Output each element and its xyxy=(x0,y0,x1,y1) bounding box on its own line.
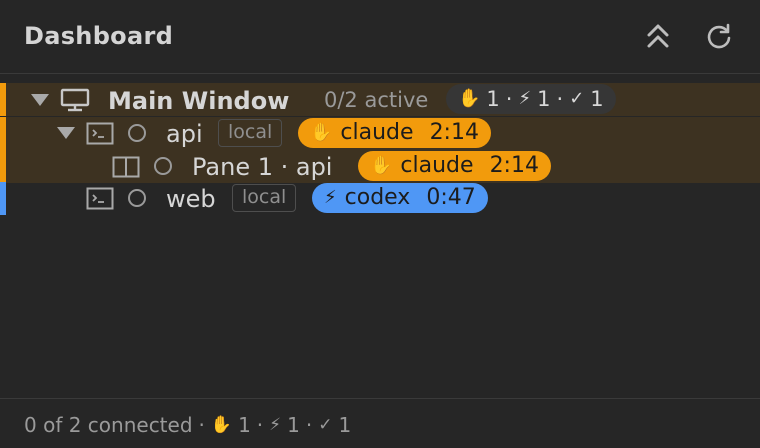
running-count: 1 xyxy=(537,87,551,111)
window-name: Main Window xyxy=(108,87,290,115)
terminal-icon xyxy=(86,187,114,210)
waiting-accent-bar xyxy=(0,117,6,150)
refresh-icon xyxy=(707,23,731,49)
session-name: web xyxy=(166,185,216,213)
waiting-accent-bar xyxy=(0,83,6,116)
hand-icon: ✋ xyxy=(310,122,333,143)
running-count: 1 xyxy=(287,413,300,437)
terminal-icon xyxy=(86,122,114,145)
separator: · xyxy=(198,413,205,437)
status-footer: 0 of 2 connected · ✋ 1 · ⚡ 1 · ✓ 1 xyxy=(0,398,760,448)
agent-badge[interactable]: ✋ claude 2:14 xyxy=(358,151,551,181)
status-dot-icon xyxy=(154,157,172,175)
separator: · xyxy=(305,413,313,437)
tree-row-session[interactable]: api local ✋ claude 2:14 xyxy=(0,117,760,150)
status-summary-badge: ✋ 1 · ⚡ 1 · ✓ 1 xyxy=(446,84,616,114)
monitor-icon xyxy=(60,88,90,112)
collapse-all-button[interactable] xyxy=(642,20,674,52)
bolt-icon: ⚡ xyxy=(518,88,532,109)
agent-badge[interactable]: ⚡ codex 0:47 xyxy=(312,183,488,213)
agent-name: claude xyxy=(340,120,414,145)
expand-toggle-icon[interactable] xyxy=(31,94,49,106)
pane-label: Pane 1 · api xyxy=(192,153,333,181)
agent-name: claude xyxy=(400,153,474,178)
running-accent-bar xyxy=(0,182,6,215)
status-dot-icon xyxy=(128,189,146,207)
done-count: 1 xyxy=(590,87,604,111)
refresh-button[interactable] xyxy=(703,20,735,52)
page-title: Dashboard xyxy=(24,22,174,50)
waiting-count: 1 xyxy=(486,87,500,111)
status-dot-icon xyxy=(128,124,146,142)
agent-elapsed-time: 0:47 xyxy=(426,185,476,210)
chevrons-up-icon xyxy=(647,24,669,48)
location-tag: local xyxy=(232,184,297,212)
agent-elapsed-time: 2:14 xyxy=(429,120,479,145)
tree-row-pane[interactable]: Pane 1 · api ✋ claude 2:14 xyxy=(0,150,760,183)
location-tag: local xyxy=(218,119,283,147)
agent-badge[interactable]: ✋ claude 2:14 xyxy=(298,118,491,148)
active-summary: 0/2 active xyxy=(324,88,429,112)
bolt-icon: ⚡ xyxy=(324,187,337,208)
check-icon: ✓ xyxy=(318,415,333,435)
hand-icon: ✋ xyxy=(458,88,481,109)
tree-row-session[interactable]: web local ⚡ codex 0:47 xyxy=(0,182,760,215)
separator: · xyxy=(256,413,264,437)
agent-name: codex xyxy=(344,185,411,210)
session-name: api xyxy=(166,120,203,148)
check-icon: ✓ xyxy=(569,88,585,109)
separator: · xyxy=(505,87,513,111)
split-pane-icon xyxy=(112,156,140,178)
dashboard-header: Dashboard xyxy=(0,0,760,74)
hand-icon: ✋ xyxy=(210,415,233,435)
done-count: 1 xyxy=(338,413,352,437)
footer-summary: 0 of 2 connected · ✋ 1 · ⚡ 1 · ✓ 1 xyxy=(24,413,351,437)
agent-elapsed-time: 2:14 xyxy=(489,153,539,178)
bolt-icon: ⚡ xyxy=(269,415,282,435)
hand-icon: ✋ xyxy=(370,155,393,176)
waiting-count: 1 xyxy=(238,413,251,437)
expand-toggle-icon[interactable] xyxy=(57,127,75,139)
waiting-accent-bar xyxy=(0,150,6,183)
connected-count: 0 of 2 connected xyxy=(24,413,193,437)
tree-row-window[interactable]: Main Window 0/2 active ✋ 1 · ⚡ 1 · ✓ 1 xyxy=(0,83,760,116)
separator: · xyxy=(556,87,564,111)
